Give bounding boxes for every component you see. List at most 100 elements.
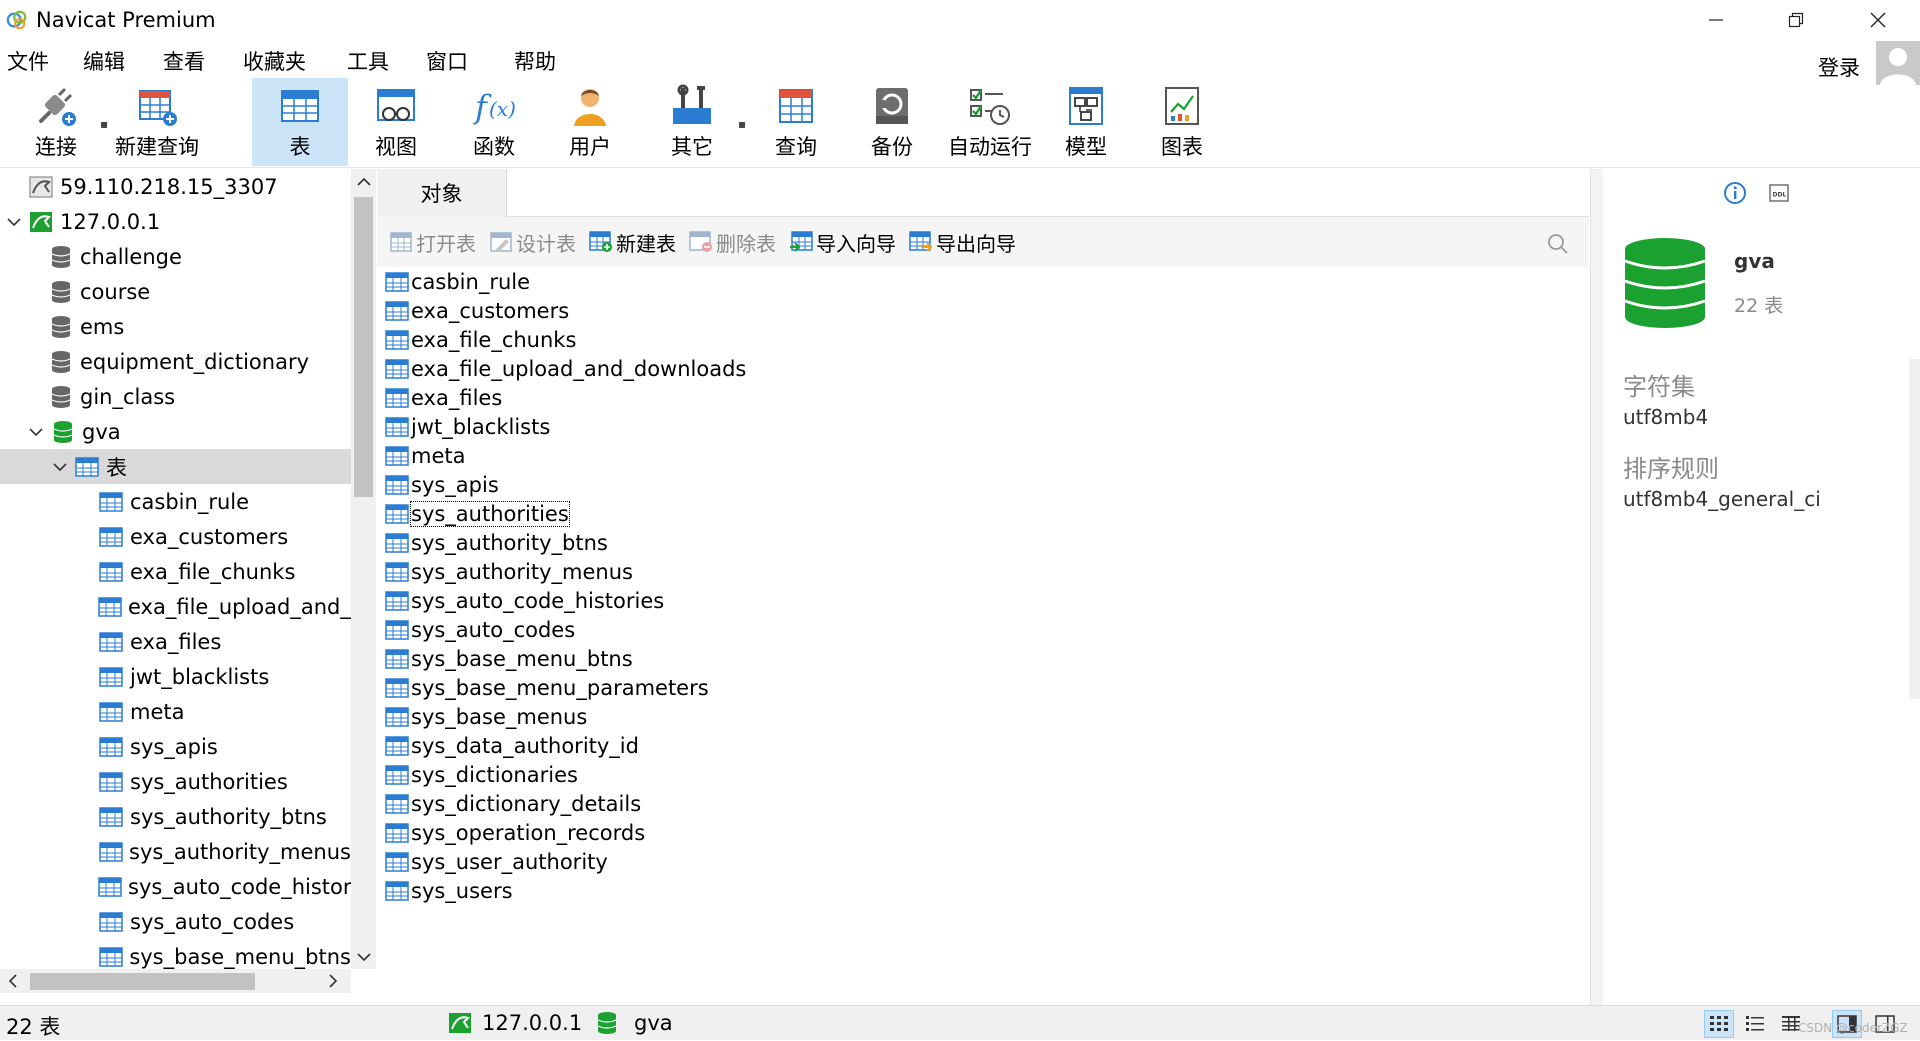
menu-help[interactable]: 帮助 xyxy=(514,46,556,76)
object-table-item[interactable]: exa_customers xyxy=(385,297,569,325)
table-button[interactable]: 表 xyxy=(252,78,348,166)
connect-dropdown-icon[interactable]: ▪ xyxy=(100,117,108,131)
table-icon xyxy=(385,765,409,785)
tree-connection-remote[interactable]: 59.110.218.15_3307 xyxy=(0,169,351,204)
tree-horizontal-scrollbar[interactable] xyxy=(0,969,351,993)
mysql-connection-active-icon xyxy=(30,211,52,232)
tree-db-gva[interactable]: gva xyxy=(0,414,351,449)
tree-table-item[interactable]: sys_auto_code_histori xyxy=(0,869,351,904)
tree-table-item[interactable]: exa_files xyxy=(0,624,351,659)
view-grid-button[interactable] xyxy=(1704,1010,1734,1038)
object-table-item[interactable]: sys_data_authority_id xyxy=(385,732,639,760)
object-table-item[interactable]: exa_files xyxy=(385,384,502,412)
info-tab-general[interactable] xyxy=(1721,179,1749,207)
table-icon xyxy=(99,631,123,652)
view-list-button[interactable] xyxy=(1740,1010,1770,1038)
delete-table-button[interactable]: 删除表 xyxy=(689,227,776,257)
connect-button[interactable]: 连接 xyxy=(14,78,98,166)
object-table-item[interactable]: exa_file_upload_and_downloads xyxy=(385,355,746,383)
query-button[interactable]: 查询 xyxy=(756,78,836,166)
menu-view[interactable]: 查看 xyxy=(163,46,205,76)
svg-text:DDL: DDL xyxy=(1773,192,1787,199)
object-table-item[interactable]: sys_users xyxy=(385,877,513,905)
tree-table-item[interactable]: sys_apis xyxy=(0,729,351,764)
object-table-item[interactable]: sys_base_menu_btns xyxy=(385,645,633,673)
scroll-thumb[interactable] xyxy=(30,973,255,990)
object-table-item[interactable]: sys_authority_menus xyxy=(385,558,633,586)
tree-db-gin-class[interactable]: gin_class xyxy=(0,379,351,414)
user-button[interactable]: 用户 xyxy=(550,78,630,166)
tree-db-course[interactable]: course xyxy=(0,274,351,309)
tree-db-ems[interactable]: ems xyxy=(0,309,351,344)
tree-connection-local[interactable]: 127.0.0.1 xyxy=(0,204,351,239)
tree-table-item[interactable]: sys_authority_menus xyxy=(0,834,351,869)
menu-tools[interactable]: 工具 xyxy=(347,46,389,76)
restore-button[interactable] xyxy=(1768,4,1824,36)
function-button[interactable]: f (x) 函数 xyxy=(454,78,534,166)
object-table-item[interactable]: exa_file_chunks xyxy=(385,326,576,354)
tree-tables-group[interactable]: 表 xyxy=(0,449,351,484)
scroll-up-icon[interactable] xyxy=(357,177,371,187)
menu-window[interactable]: 窗口 xyxy=(426,46,468,76)
open-table-button[interactable]: 打开表 xyxy=(389,227,476,257)
object-table-item[interactable]: sys_base_menus xyxy=(385,703,587,731)
other-dropdown-icon[interactable]: ▪ xyxy=(738,117,746,131)
other-button[interactable]: 其它 xyxy=(652,78,732,166)
object-table-item[interactable]: meta xyxy=(385,442,465,470)
model-button[interactable]: 模型 xyxy=(1046,78,1126,166)
info-tab-ddl[interactable]: DDL xyxy=(1765,179,1793,207)
tree-vertical-scrollbar[interactable] xyxy=(351,169,376,969)
object-table-item[interactable]: sys_apis xyxy=(385,471,499,499)
object-table-item[interactable]: sys_authorities xyxy=(385,500,570,528)
tree-table-item[interactable]: sys_authorities xyxy=(0,764,351,799)
tree-table-item[interactable]: casbin_rule xyxy=(0,484,351,519)
table-icon xyxy=(385,446,409,466)
object-table-item[interactable]: jwt_blacklists xyxy=(385,413,550,441)
menu-edit[interactable]: 编辑 xyxy=(83,46,125,76)
close-button[interactable] xyxy=(1850,4,1906,36)
tree-table-item[interactable]: sys_base_menu_btns xyxy=(0,939,351,969)
object-table-item[interactable]: casbin_rule xyxy=(385,268,530,296)
tree-table-item[interactable]: exa_file_upload_and_d xyxy=(0,589,351,624)
backup-button[interactable]: 备份 xyxy=(852,78,932,166)
tree-table-item[interactable]: sys_authority_btns xyxy=(0,799,351,834)
table-icon xyxy=(385,475,409,495)
tab-objects[interactable]: 对象 xyxy=(377,169,507,217)
object-table-item[interactable]: sys_base_menu_parameters xyxy=(385,674,709,702)
menu-file[interactable]: 文件 xyxy=(7,46,49,76)
scroll-right-icon[interactable] xyxy=(328,974,338,988)
import-wizard-button[interactable]: 导入向导 xyxy=(789,227,896,257)
tree-label: sys_authorities xyxy=(130,769,288,794)
tree-db-challenge[interactable]: challenge xyxy=(0,239,351,274)
object-table-item[interactable]: sys_auto_codes xyxy=(385,616,575,644)
auto-run-button[interactable]: 自动运行 xyxy=(940,78,1040,166)
view-button[interactable]: 视图 xyxy=(356,78,436,166)
view-label: 视图 xyxy=(375,135,417,159)
object-table-item[interactable]: sys_authority_btns xyxy=(385,529,608,557)
tree-db-equipment-dictionary[interactable]: equipment_dictionary xyxy=(0,344,351,379)
search-icon[interactable] xyxy=(1546,232,1570,256)
chart-button[interactable]: 图表 xyxy=(1142,78,1222,166)
new-query-button[interactable]: 新建查询 xyxy=(112,78,202,166)
object-table-item[interactable]: sys_operation_records xyxy=(385,819,645,847)
tree-table-item[interactable]: jwt_blacklists xyxy=(0,659,351,694)
object-table-item[interactable]: sys_user_authority xyxy=(385,848,608,876)
info-scrollbar[interactable] xyxy=(1909,359,1920,699)
menu-favorites[interactable]: 收藏夹 xyxy=(243,46,306,76)
connection-tree: 59.110.218.15_3307 127.0.0.1 challenge c… xyxy=(0,169,351,969)
scroll-left-icon[interactable] xyxy=(8,974,18,988)
tree-table-item[interactable]: exa_customers xyxy=(0,519,351,554)
object-table-item[interactable]: sys_dictionaries xyxy=(385,761,578,789)
tree-table-item[interactable]: meta xyxy=(0,694,351,729)
object-table-item[interactable]: sys_dictionary_details xyxy=(385,790,641,818)
new-table-button[interactable]: 新建表 xyxy=(589,227,676,257)
object-table-item[interactable]: sys_auto_code_histories xyxy=(385,587,664,615)
scroll-down-icon[interactable] xyxy=(357,952,371,962)
scroll-thumb[interactable] xyxy=(354,197,373,497)
export-wizard-button[interactable]: 导出向导 xyxy=(909,227,1016,257)
mysql-connection-active-icon xyxy=(449,1013,471,1033)
tree-table-item[interactable]: exa_file_chunks xyxy=(0,554,351,589)
design-table-button[interactable]: 设计表 xyxy=(489,227,576,257)
minimize-button[interactable] xyxy=(1688,4,1744,36)
tree-table-item[interactable]: sys_auto_codes xyxy=(0,904,351,939)
